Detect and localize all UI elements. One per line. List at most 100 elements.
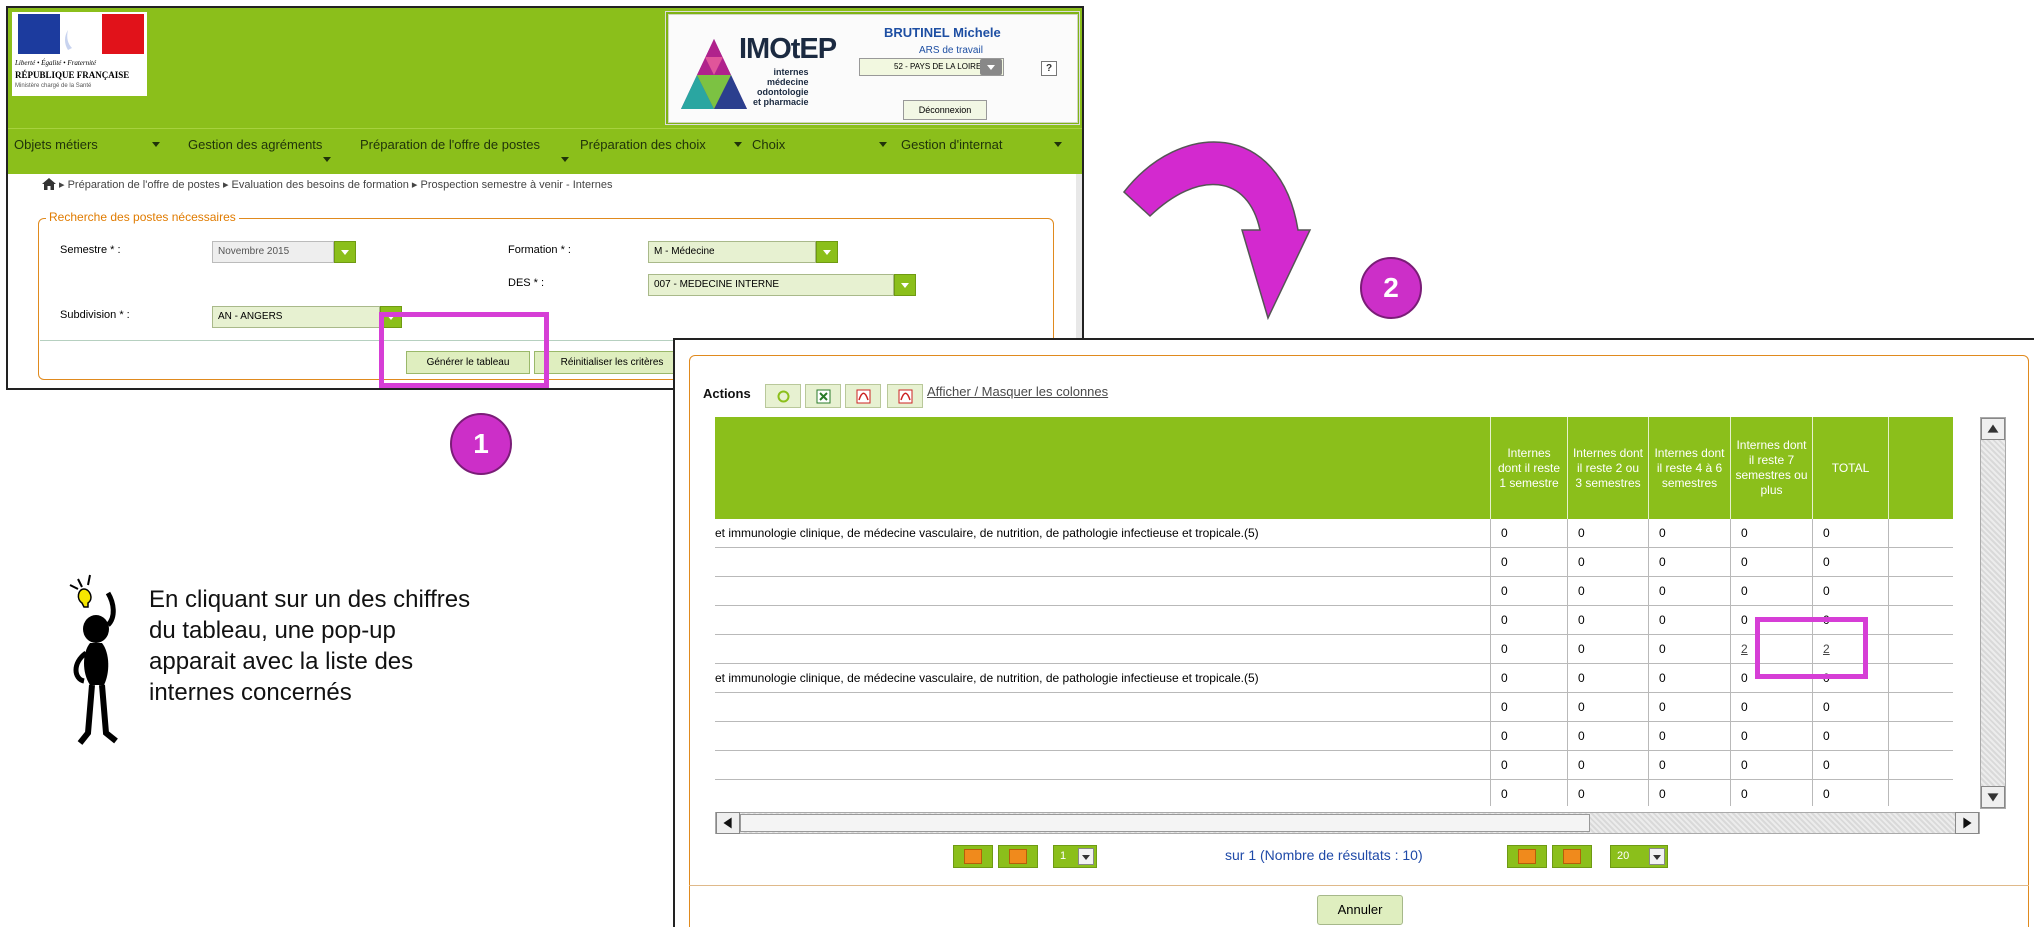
menu-gestion-internat[interactable]: Gestion d'internat	[901, 137, 1003, 152]
count-cell[interactable]: 0	[1567, 577, 1648, 606]
count-cell[interactable]: 0	[1567, 693, 1648, 722]
scroll-right-icon[interactable]	[1955, 812, 1979, 834]
count-cell[interactable]: 0	[1812, 780, 1888, 806]
footer-divider	[689, 885, 2029, 886]
chevron-down-icon[interactable]	[816, 241, 838, 263]
count-cell[interactable]: 0	[1648, 635, 1730, 664]
count-cell[interactable]: 0	[1812, 693, 1888, 722]
count-cell[interactable]: 0	[1812, 577, 1888, 606]
page-size-select[interactable]: 20	[1610, 845, 1668, 868]
semestre-label: Semestre * :	[60, 244, 121, 256]
cancel-button[interactable]: Annuler	[1317, 895, 1403, 925]
count-cell[interactable]: 0	[1490, 722, 1567, 751]
count-cell[interactable]: 0	[1490, 780, 1567, 806]
export-pdf-all-button[interactable]	[887, 384, 923, 408]
chevron-down-icon[interactable]	[879, 142, 887, 151]
chevron-down-icon[interactable]	[894, 274, 916, 296]
count-cell[interactable]: 0	[1567, 722, 1648, 751]
chevron-down-icon[interactable]	[561, 157, 569, 166]
menu-preparation-choix[interactable]: Préparation des choix	[580, 137, 706, 152]
chevron-down-icon[interactable]	[1054, 142, 1062, 151]
count-cell[interactable]: 0	[1567, 751, 1648, 780]
row-spacer	[1888, 693, 1953, 722]
count-cell[interactable]: 0	[1648, 722, 1730, 751]
column-header-total[interactable]: TOTAL	[1812, 417, 1888, 519]
subdivision-select[interactable]: AN - ANGERS	[212, 306, 380, 328]
count-cell[interactable]: 0	[1567, 780, 1648, 806]
count-cell[interactable]: 0	[1648, 548, 1730, 577]
count-cell[interactable]: 0	[1730, 519, 1812, 548]
count-cell[interactable]: 0	[1490, 548, 1567, 577]
chevron-down-icon[interactable]	[1078, 848, 1094, 865]
chevron-down-icon[interactable]	[980, 59, 1002, 75]
menu-choix[interactable]: Choix	[752, 137, 785, 152]
count-cell[interactable]: 0	[1648, 693, 1730, 722]
formation-label: Formation * :	[508, 244, 571, 256]
count-cell[interactable]: 0	[1567, 664, 1648, 693]
count-cell[interactable]: 0	[1730, 577, 1812, 606]
table-vertical-scrollbar[interactable]	[1980, 417, 2006, 809]
export-pdf-button[interactable]	[845, 384, 881, 408]
last-page-button[interactable]	[1552, 845, 1592, 868]
count-cell[interactable]: 0	[1730, 693, 1812, 722]
count-cell[interactable]: 0	[1730, 751, 1812, 780]
count-cell[interactable]: 0	[1648, 751, 1730, 780]
menu-gestion-agrements[interactable]: Gestion des agréments	[188, 137, 322, 152]
count-cell[interactable]: 0	[1648, 780, 1730, 806]
count-cell[interactable]: 0	[1648, 519, 1730, 548]
next-page-button[interactable]	[1507, 845, 1547, 868]
count-cell[interactable]: 0	[1812, 519, 1888, 548]
help-icon[interactable]: ?	[1041, 61, 1057, 76]
tip-text: En cliquant sur un des chiffres du table…	[149, 586, 471, 706]
column-header-2-3-semestres[interactable]: Internes dont il reste 2 ou 3 semestres	[1567, 417, 1648, 519]
count-cell[interactable]: 0	[1490, 693, 1567, 722]
count-cell[interactable]: 0	[1567, 635, 1648, 664]
column-header-1-semestre[interactable]: Internes dont il reste 1 semestre	[1490, 417, 1567, 519]
count-cell[interactable]: 0	[1648, 577, 1730, 606]
count-cell[interactable]: 0	[1730, 722, 1812, 751]
menu-preparation-offre[interactable]: Préparation de l'offre de postes	[360, 137, 540, 152]
chevron-down-icon[interactable]	[152, 142, 160, 151]
logout-button[interactable]: Déconnexion	[903, 100, 987, 120]
count-cell[interactable]: 0	[1567, 548, 1648, 577]
count-cell[interactable]: 0	[1490, 751, 1567, 780]
count-cell[interactable]: 0	[1730, 548, 1812, 577]
horizontal-scroll-thumb[interactable]	[740, 814, 1590, 832]
chevron-down-icon[interactable]	[334, 241, 356, 263]
first-page-button[interactable]	[953, 845, 993, 868]
scroll-down-icon[interactable]	[1981, 786, 2005, 808]
semestre-select[interactable]: Novembre 2015	[212, 241, 334, 263]
column-header-7-semestres[interactable]: Internes dont il reste 7 semestres ou pl…	[1730, 417, 1812, 519]
count-cell[interactable]: 0	[1490, 664, 1567, 693]
table-horizontal-scrollbar[interactable]	[715, 812, 1980, 834]
export-excel-button[interactable]	[805, 384, 841, 408]
des-select[interactable]: 007 - MEDECINE INTERNE	[648, 274, 894, 296]
column-header-4-6-semestres[interactable]: Internes dont il reste 4 à 6 semestres	[1648, 417, 1730, 519]
refresh-button[interactable]	[765, 384, 801, 408]
toggle-columns-link[interactable]: Afficher / Masquer les colonnes	[927, 384, 1108, 399]
chevron-down-icon[interactable]	[323, 157, 331, 166]
chevron-down-icon[interactable]	[734, 142, 742, 151]
count-cell[interactable]: 0	[1490, 635, 1567, 664]
row-description: et immunologie clinique, de médecine vas…	[715, 526, 1259, 540]
reset-criteria-button[interactable]: Réinitialiser les critères	[534, 351, 690, 374]
count-cell[interactable]: 0	[1648, 664, 1730, 693]
previous-page-button[interactable]	[998, 845, 1038, 868]
page-select[interactable]: 1	[1053, 845, 1097, 868]
formation-select[interactable]: M - Médecine	[648, 241, 816, 263]
count-cell[interactable]: 0	[1812, 548, 1888, 577]
scroll-up-icon[interactable]	[1981, 418, 2005, 440]
count-cell[interactable]: 0	[1812, 751, 1888, 780]
count-cell[interactable]: 0	[1730, 780, 1812, 806]
count-cell[interactable]: 0	[1812, 722, 1888, 751]
count-cell[interactable]: 0	[1490, 519, 1567, 548]
count-cell[interactable]: 0	[1567, 606, 1648, 635]
count-cell[interactable]: 0	[1567, 519, 1648, 548]
scroll-left-icon[interactable]	[716, 812, 740, 834]
chevron-down-icon[interactable]	[1649, 848, 1665, 865]
count-cell[interactable]: 0	[1648, 606, 1730, 635]
menu-objets-metiers[interactable]: Objets métiers	[14, 137, 98, 152]
count-cell[interactable]: 0	[1490, 577, 1567, 606]
count-cell[interactable]: 0	[1490, 606, 1567, 635]
pdf-icon	[898, 389, 913, 404]
